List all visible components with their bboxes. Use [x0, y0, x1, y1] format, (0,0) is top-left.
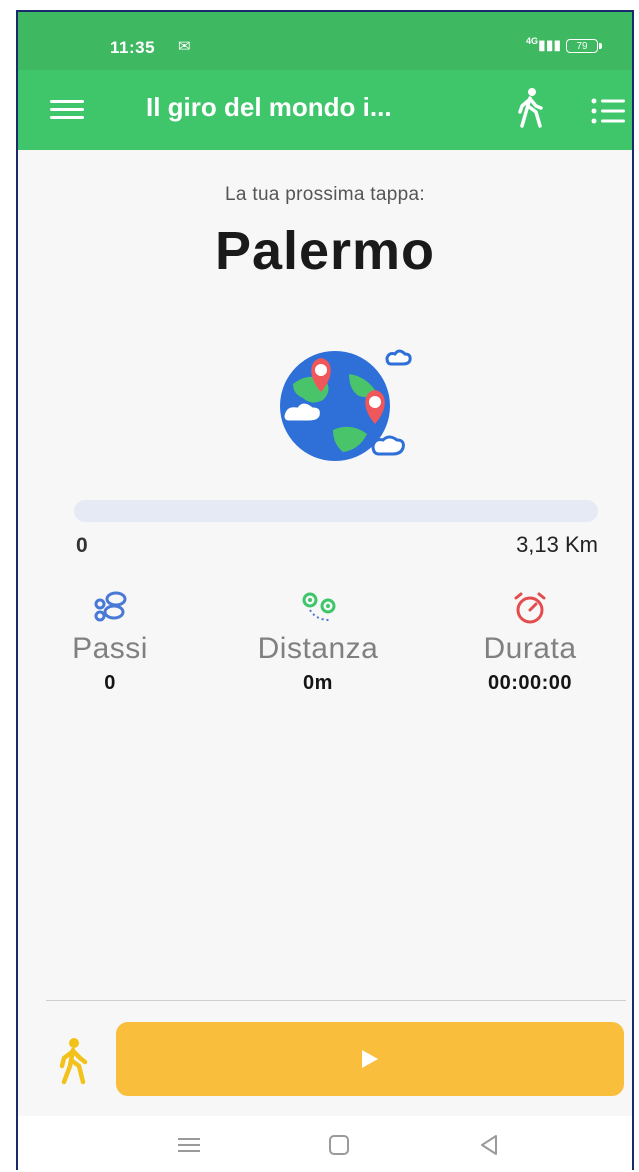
battery-icon: 79	[566, 39, 602, 53]
phone-screen: 11:35 ✉ 4G▮▮▮ 79 Il giro del mondo i... …	[16, 10, 634, 1170]
stat-steps-value: 0	[104, 672, 116, 694]
stat-distance: Distanza 0m	[218, 590, 418, 695]
stat-steps-label: Passi	[72, 632, 148, 665]
status-time: 11:35	[110, 38, 156, 57]
destination-name: Palermo	[214, 221, 436, 281]
play-button[interactable]	[116, 1022, 624, 1096]
play-icon	[362, 1050, 378, 1068]
recent-apps-icon[interactable]	[174, 1132, 204, 1158]
progress-start-label: 0	[76, 534, 88, 557]
stat-duration: Durata 00:00:00	[430, 590, 630, 695]
list-icon[interactable]	[590, 96, 626, 126]
status-bar: 11:35 ✉ 4G▮▮▮ 79	[18, 12, 632, 70]
home-icon[interactable]	[324, 1132, 354, 1158]
gmail-icon: ✉	[178, 38, 191, 55]
stat-distance-value: 0m	[303, 672, 333, 694]
progress-bar	[74, 500, 598, 522]
next-stage-label: La tua prossima tappa:	[225, 184, 425, 205]
hamburger-menu-icon[interactable]	[50, 96, 84, 124]
stat-duration-value: 00:00:00	[487, 672, 573, 694]
stat-duration-label: Durata	[483, 632, 577, 665]
route-pins-icon	[302, 592, 336, 621]
system-nav-bar	[18, 1116, 632, 1170]
walking-person-icon[interactable]	[514, 86, 546, 130]
back-icon[interactable]	[474, 1132, 504, 1158]
progress-end-label: 3,13 Km	[516, 532, 598, 557]
footprints-icon	[94, 591, 127, 622]
app-bar: Il giro del mondo i...	[18, 70, 632, 150]
stat-steps: Passi 0	[18, 590, 210, 695]
signal-label: 4G	[526, 36, 539, 46]
stat-distance-label: Distanza	[257, 632, 379, 665]
signal-icon: 4G▮▮▮	[526, 36, 562, 53]
globe-with-pins-icon	[280, 349, 412, 461]
stopwatch-icon	[514, 592, 546, 624]
app-title: Il giro del mondo i...	[146, 92, 392, 122]
walking-person-icon[interactable]	[56, 1036, 90, 1086]
divider	[46, 1000, 626, 1001]
